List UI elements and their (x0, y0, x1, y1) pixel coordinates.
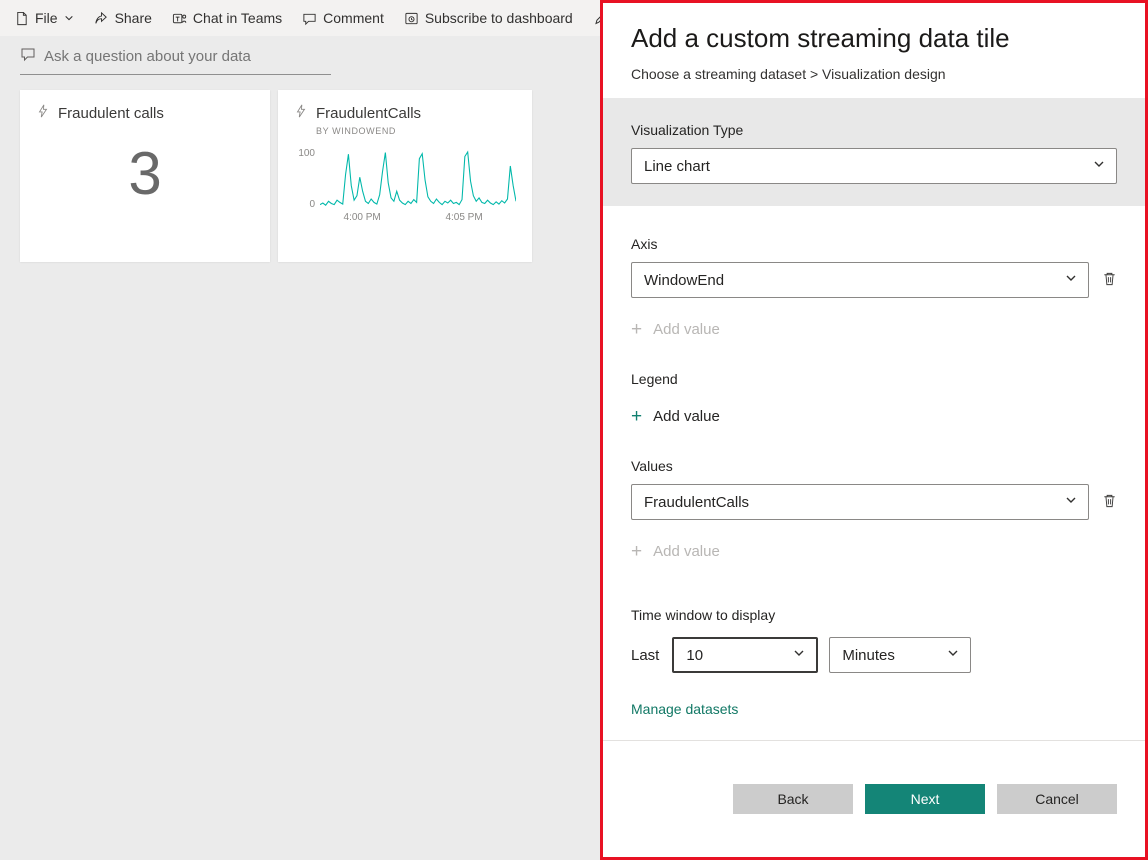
tile-title: FraudulentCalls (316, 105, 422, 122)
next-button[interactable]: Next (865, 784, 985, 814)
visualization-type-label: Visualization Type (631, 122, 744, 138)
values-add-value-label: Add value (653, 543, 720, 560)
panel-footer: Back Next Cancel (603, 740, 1145, 857)
values-add-value-button: + Add value (631, 542, 720, 561)
trash-icon (1102, 271, 1117, 289)
share-icon (94, 11, 109, 26)
x-axis-tick-end: 4:05 PM (445, 212, 483, 223)
tile-chart-line (320, 150, 516, 206)
chevron-down-icon (1064, 493, 1078, 511)
time-window-unit-select[interactable]: Minutes (829, 637, 972, 673)
visualization-type-value: Line chart (644, 157, 710, 175)
axis-delete-button[interactable] (1102, 271, 1117, 289)
values-delete-button[interactable] (1102, 493, 1117, 511)
values-label: Values (631, 458, 673, 474)
chevron-down-icon (1064, 271, 1078, 289)
file-menu-button[interactable]: File (14, 10, 74, 26)
x-axis-tick-start: 4:00 PM (343, 212, 381, 223)
file-menu-label: File (35, 10, 58, 26)
visualization-type-section: Visualization Type Line chart (603, 98, 1145, 206)
axis-add-value-button: + Add value (631, 320, 720, 339)
streaming-lightning-icon (294, 104, 308, 123)
breadcrumb: Choose a streaming dataset > Visualizati… (631, 66, 946, 82)
tile-fraudulent-calls[interactable]: Fraudulent calls 3 (20, 90, 270, 262)
tile-subtitle: BY WINDOWEND (316, 126, 397, 136)
chat-in-teams-label: Chat in Teams (192, 10, 283, 26)
tile-card-value: 3 (128, 140, 162, 207)
subscribe-to-dashboard-label: Subscribe to dashboard (424, 10, 573, 26)
qna-bubble-icon (20, 46, 36, 67)
chevron-down-icon (64, 13, 74, 23)
powerbi-dashboard-screen: File Share Chat in Teams Comment Subscri… (0, 0, 1148, 860)
legend-add-value-button[interactable]: + Add value (631, 407, 720, 426)
share-label: Share (114, 10, 152, 26)
chat-in-teams-button[interactable]: Chat in Teams (172, 10, 282, 26)
teams-icon (172, 11, 187, 26)
axis-label: Axis (631, 236, 658, 252)
chevron-down-icon (1092, 157, 1106, 175)
time-window-amount-select[interactable]: 10 (672, 637, 819, 673)
y-axis-tick-max: 100 (298, 148, 315, 159)
plus-icon: + (631, 541, 643, 562)
comment-button[interactable]: Comment (302, 10, 384, 26)
values-value: FraudulentCalls (644, 493, 750, 511)
y-axis-tick-min: 0 (309, 199, 315, 210)
time-window-label: Time window to display (631, 607, 776, 623)
cancel-button[interactable]: Cancel (997, 784, 1117, 814)
chevron-down-icon (946, 646, 960, 664)
add-streaming-tile-panel: Add a custom streaming data tile Choose … (600, 0, 1148, 860)
values-select[interactable]: FraudulentCalls (631, 484, 1089, 520)
share-button[interactable]: Share (94, 10, 152, 26)
comment-label: Comment (323, 10, 384, 26)
axis-value: WindowEnd (644, 271, 725, 289)
plus-icon: + (631, 406, 643, 427)
tile-fraudulentcalls-chart[interactable]: FraudulentCalls BY WINDOWEND 100 0 4:00 … (278, 90, 532, 262)
legend-add-value-label: Add value (653, 408, 720, 425)
back-button[interactable]: Back (733, 784, 853, 814)
subscribe-icon (404, 11, 419, 26)
time-window-last-label: Last (631, 646, 660, 664)
qna-input[interactable] (44, 48, 331, 65)
qna-bar (20, 46, 331, 75)
file-icon (14, 11, 29, 26)
trash-icon (1102, 493, 1117, 511)
axis-add-value-label: Add value (653, 321, 720, 338)
manage-datasets-link[interactable]: Manage datasets (631, 701, 738, 717)
subscribe-to-dashboard-button[interactable]: Subscribe to dashboard (404, 10, 573, 26)
line-chart-plot (320, 150, 516, 206)
plus-icon: + (631, 319, 643, 340)
tile-title: Fraudulent calls (58, 105, 164, 122)
panel-title: Add a custom streaming data tile (631, 23, 1010, 53)
legend-label: Legend (631, 371, 678, 387)
time-window-unit-value: Minutes (842, 646, 895, 664)
tile-chart: 100 0 (294, 148, 516, 210)
visualization-type-select[interactable]: Line chart (631, 148, 1117, 184)
chevron-down-icon (792, 646, 806, 664)
dashboard-toolbar: File Share Chat in Teams Comment Subscri… (0, 0, 607, 36)
comment-icon (302, 11, 317, 26)
streaming-lightning-icon (36, 104, 50, 123)
time-window-amount-value: 10 (686, 646, 704, 664)
axis-select[interactable]: WindowEnd (631, 262, 1089, 298)
